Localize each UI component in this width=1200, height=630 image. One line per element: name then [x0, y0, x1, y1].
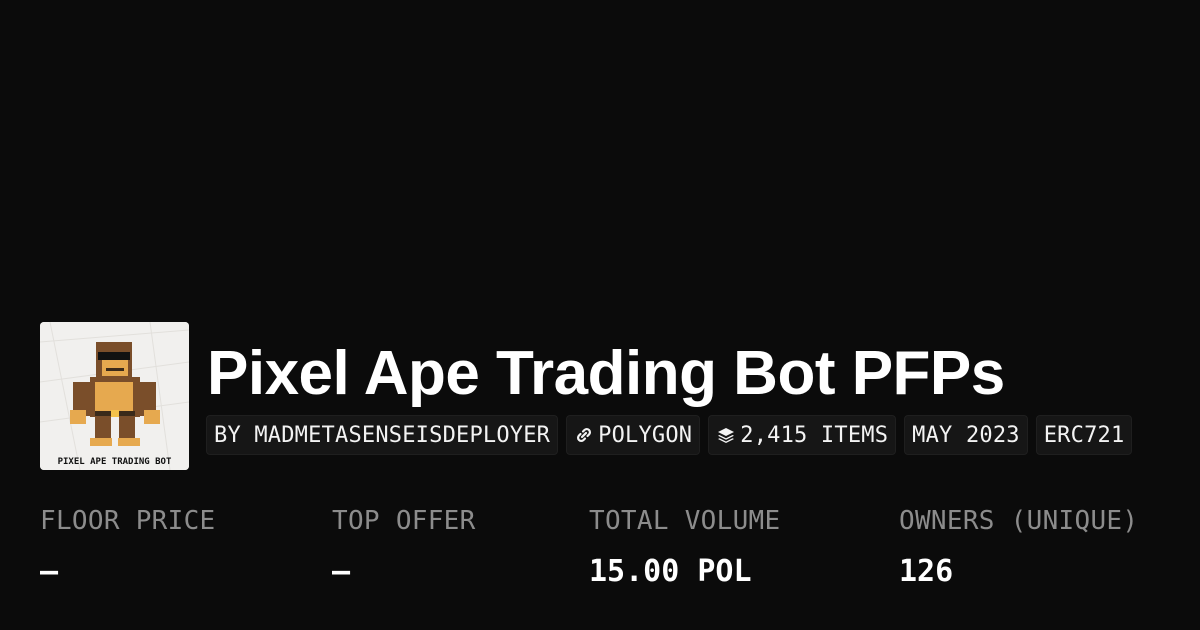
stat-value: –	[332, 554, 351, 589]
collection-meta-chips: BY MADMETASENSEISDEPLOYER POLYGON 2,415 …	[206, 415, 1133, 455]
collection-title: Pixel Ape Trading Bot PFPs	[207, 339, 1005, 408]
creator-label: BY MADMETASENSEISDEPLOYER	[214, 422, 551, 448]
stat-label: FLOOR PRICE	[40, 506, 216, 536]
collection-logo: PIXEL APE TRADING BOT	[40, 322, 189, 470]
token-standard-label: ERC721	[1043, 422, 1125, 448]
creator-chip[interactable]: BY MADMETASENSEISDEPLOYER	[206, 415, 559, 455]
chain-label: POLYGON	[598, 422, 693, 448]
chain-chip[interactable]: POLYGON	[566, 415, 701, 455]
stat-value: 126	[899, 554, 954, 589]
link-icon	[574, 425, 594, 445]
items-label: 2,415 ITEMS	[740, 422, 889, 448]
layers-icon	[716, 425, 736, 445]
logo-caption: PIXEL APE TRADING BOT	[58, 457, 172, 467]
stat-top-offer: TOP OFFER –	[332, 506, 476, 589]
stat-value: –	[40, 554, 59, 589]
stat-label: OWNERS (UNIQUE)	[899, 506, 1139, 536]
stat-label: TOTAL VOLUME	[589, 506, 781, 536]
stat-total-volume: TOTAL VOLUME 15.00 POL	[589, 506, 780, 589]
stat-label: TOP OFFER	[332, 506, 476, 536]
created-date-label: MAY 2023	[912, 422, 1020, 448]
created-date-chip: MAY 2023	[904, 415, 1028, 455]
items-chip[interactable]: 2,415 ITEMS	[708, 415, 897, 455]
stat-owners: OWNERS (UNIQUE) 126	[899, 506, 1138, 589]
token-standard-chip: ERC721	[1035, 415, 1133, 455]
stat-floor-price: FLOOR PRICE –	[40, 506, 216, 589]
stat-value: 15.00 POL	[589, 554, 752, 589]
